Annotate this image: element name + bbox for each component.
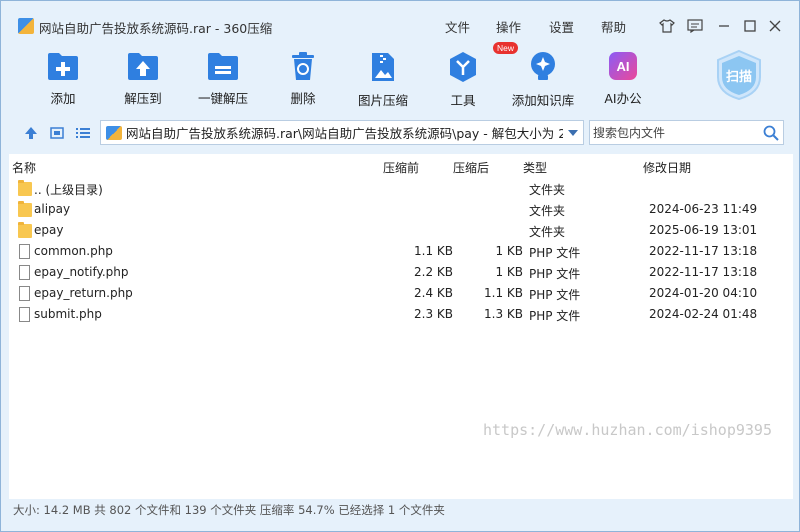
file-list: 名称 压缩前 压缩后 类型 修改日期 .. (上级目录) 文件夹 alipay 文件夹…	[9, 154, 793, 499]
file-size-after: 1 KB	[495, 265, 523, 279]
add-button[interactable]: 添加	[23, 51, 103, 107]
column-type[interactable]: 类型	[523, 159, 547, 176]
menu-file[interactable]: 文件	[445, 17, 470, 36]
file-size-after: 1.3 KB	[484, 307, 523, 321]
file-size-before: 2.2 KB	[414, 265, 453, 279]
file-name: .. (上级目录)	[34, 183, 103, 197]
file-type: PHP 文件	[529, 309, 581, 323]
app-window: 网站自助广告投放系统源码.rar - 360压缩 文件 操作 设置 帮助 添加	[0, 0, 800, 532]
one-click-extract-icon	[207, 51, 239, 81]
chevron-down-icon[interactable]	[563, 129, 583, 137]
title-bar: 网站自助广告投放系统源码.rar - 360压缩 文件 操作 设置 帮助	[1, 1, 799, 37]
knowledge-base-button[interactable]: 添加知识库	[503, 51, 583, 108]
file-modified-date: 2022-11-17 13:18	[649, 265, 758, 279]
maximize-icon[interactable]	[740, 16, 760, 36]
file-modified-date: 2024-06-23 11:49	[649, 202, 758, 216]
file-type: 文件夹	[529, 225, 566, 239]
status-bar: 大小: 14.2 MB 共 802 个文件和 139 个文件夹 压缩率 54.7…	[13, 503, 445, 517]
one-click-extract-button[interactable]: 一键解压	[183, 51, 263, 107]
menu-operation[interactable]: 操作	[496, 17, 521, 36]
file-icon	[18, 265, 32, 280]
feedback-icon[interactable]	[685, 16, 705, 36]
thumbnail-view-icon[interactable]	[49, 125, 65, 141]
delete-icon	[287, 51, 319, 81]
extract-to-icon	[127, 51, 159, 81]
tools-button[interactable]: New 工具	[423, 42, 519, 108]
archive-icon	[106, 125, 122, 140]
folder-icon	[18, 222, 32, 238]
table-row[interactable]: alipay 文件夹 2024-06-23 11:49	[13, 199, 783, 220]
file-size-before: 1.1 KB	[414, 244, 453, 258]
file-modified-date: 2024-01-20 04:10	[649, 286, 758, 300]
address-bar[interactable]: 网站自助广告投放系统源码.rar\网站自助广告投放系统源码\pay - 解包大小…	[100, 120, 584, 145]
list-view-icon[interactable]	[75, 125, 91, 141]
knowledge-base-label: 添加知识库	[511, 93, 575, 108]
file-modified-date: 2024-02-24 01:48	[649, 307, 758, 321]
add-icon	[47, 51, 79, 81]
one-click-extract-label: 一键解压	[197, 91, 248, 106]
file-icon	[18, 244, 32, 259]
search-icon[interactable]	[759, 125, 783, 141]
column-name[interactable]: 名称	[12, 159, 36, 176]
file-name: common.php	[34, 244, 113, 258]
folder-icon	[18, 201, 32, 217]
table-row[interactable]: epay 文件夹 2025-06-19 13:01	[13, 220, 783, 241]
delete-label: 删除	[290, 91, 316, 106]
knowledge-base-icon	[527, 51, 559, 83]
file-name: epay_return.php	[34, 286, 133, 300]
window-title: 网站自助广告投放系统源码.rar - 360压缩	[39, 21, 273, 36]
file-modified-date: 2022-11-17 13:18	[649, 244, 758, 258]
minimize-icon[interactable]	[714, 16, 734, 36]
tools-icon: New	[447, 42, 519, 83]
table-row[interactable]: common.php 1.1 KB 1 KB PHP 文件 2022-11-17 13:…	[13, 241, 783, 262]
file-name: epay_notify.php	[34, 265, 129, 279]
image-compress-button[interactable]: 图片压缩	[343, 51, 423, 108]
file-icon	[18, 307, 32, 322]
table-row[interactable]: .. (上级目录) 文件夹	[13, 178, 783, 199]
file-name: alipay	[34, 202, 71, 216]
skin-icon[interactable]	[657, 16, 677, 36]
up-arrow-icon[interactable]	[23, 125, 39, 141]
extract-to-label: 解压到	[124, 91, 162, 106]
image-compress-label: 图片压缩	[357, 93, 408, 108]
file-name: epay	[34, 223, 64, 237]
ai-office-label: AI办公	[604, 91, 642, 106]
tools-label: 工具	[450, 93, 476, 108]
file-type: PHP 文件	[529, 288, 581, 302]
file-size-after: 1 KB	[495, 244, 523, 258]
file-type: 文件夹	[529, 183, 566, 197]
column-compressed-after[interactable]: 压缩后	[453, 159, 489, 176]
extract-to-button[interactable]: 解压到	[103, 51, 183, 107]
address-path: 网站自助广告投放系统源码.rar\网站自助广告投放系统源码\pay - 解包大小…	[126, 126, 563, 141]
ai-office-button[interactable]: AI AI办公	[583, 51, 663, 107]
ai-office-icon: AI	[607, 51, 639, 81]
watermark-text: https://www.huzhan.com/ishop9395	[483, 421, 772, 439]
search-box	[589, 120, 784, 145]
app-logo-icon	[18, 18, 34, 34]
menu-help[interactable]: 帮助	[601, 17, 626, 36]
file-type: PHP 文件	[529, 246, 581, 260]
file-type: PHP 文件	[529, 267, 581, 281]
delete-button[interactable]: 删除	[263, 51, 343, 107]
search-input[interactable]	[590, 125, 759, 140]
column-modified-date[interactable]: 修改日期	[643, 159, 691, 176]
file-type: 文件夹	[529, 204, 566, 218]
column-compressed-before[interactable]: 压缩前	[383, 159, 419, 176]
table-row[interactable]: submit.php 2.3 KB 1.3 KB PHP 文件 2024-02-24 0…	[13, 304, 783, 325]
close-icon[interactable]	[765, 16, 785, 36]
file-size-after: 1.1 KB	[484, 286, 523, 300]
scan-button[interactable]: 扫描	[714, 49, 764, 101]
table-row[interactable]: epay_return.php 2.4 KB 1.1 KB PHP 文件 2024-01…	[13, 283, 783, 304]
file-name: submit.php	[34, 307, 102, 321]
menu-settings[interactable]: 设置	[549, 17, 574, 36]
file-size-before: 2.4 KB	[414, 286, 453, 300]
table-row[interactable]: epay_notify.php 2.2 KB 1 KB PHP 文件 2022-11-1…	[13, 262, 783, 283]
folder-icon	[18, 180, 32, 196]
add-label: 添加	[50, 91, 76, 106]
scan-label: 扫描	[725, 70, 752, 85]
image-compress-icon	[367, 51, 399, 83]
file-icon	[18, 286, 32, 301]
file-modified-date: 2025-06-19 13:01	[649, 223, 758, 237]
file-size-before: 2.3 KB	[414, 307, 453, 321]
